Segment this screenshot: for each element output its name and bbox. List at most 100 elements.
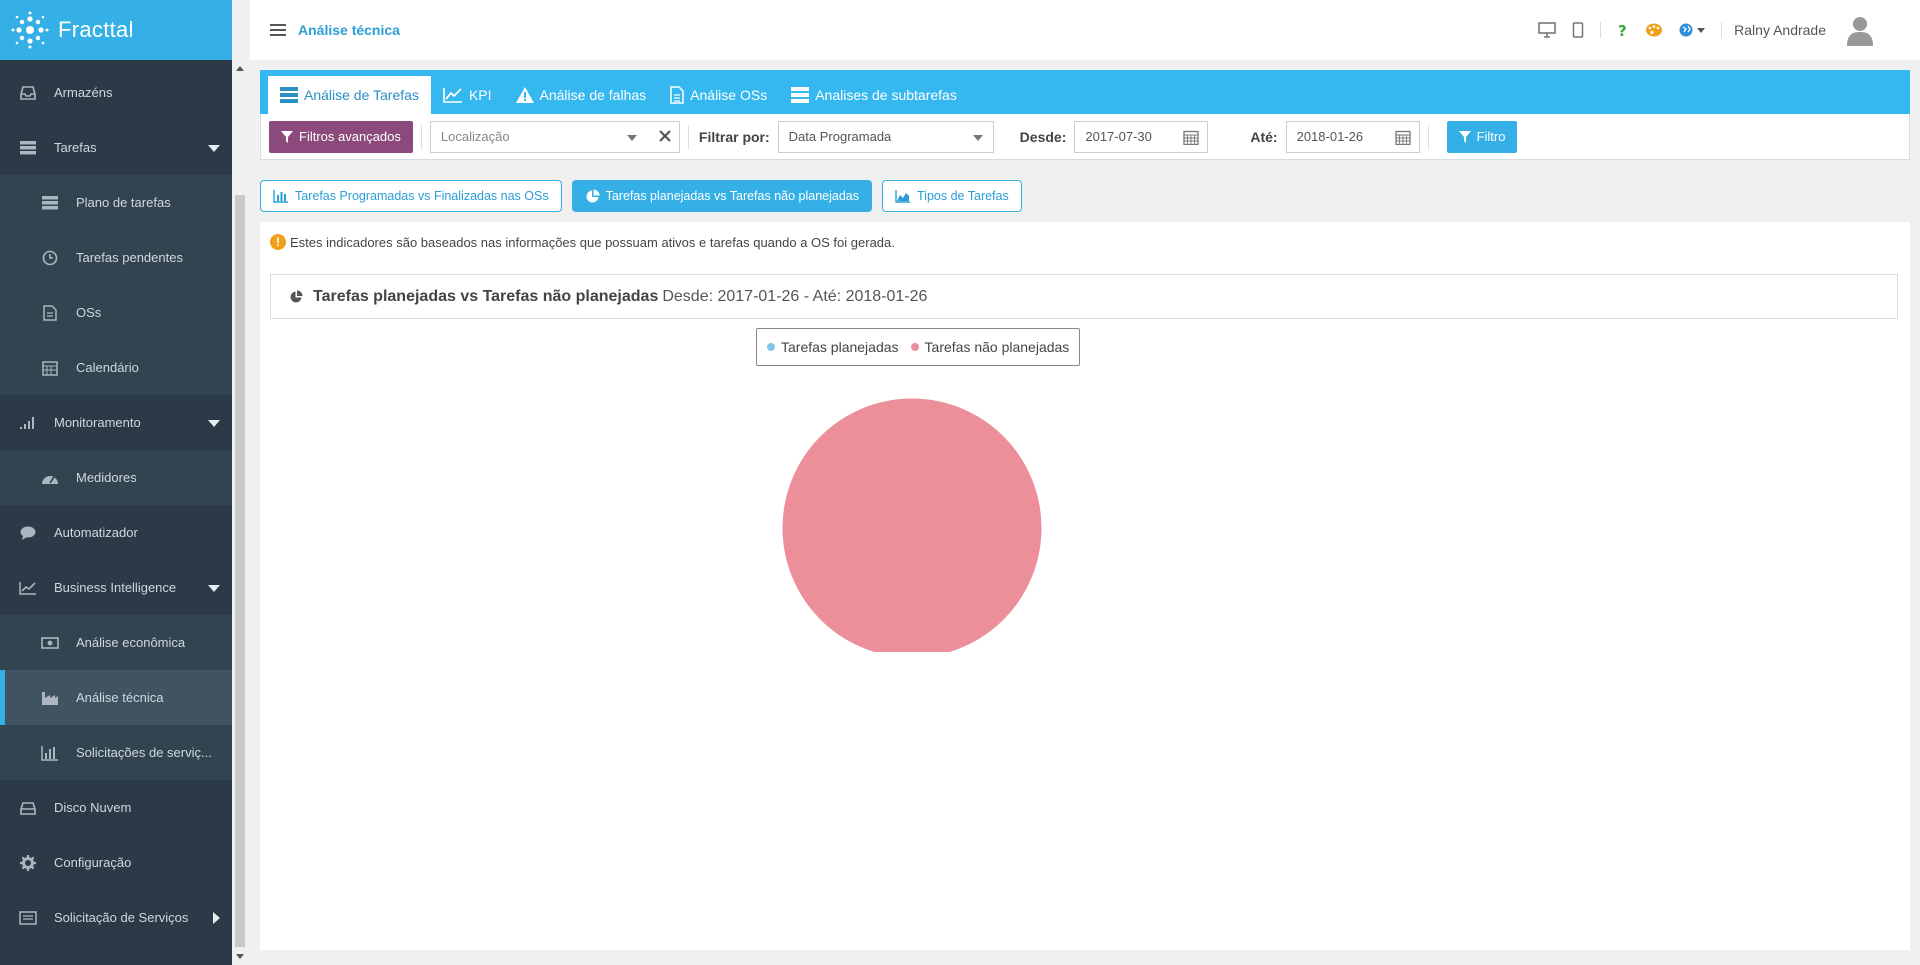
svg-text:?: ?: [1618, 22, 1627, 38]
help-icon[interactable]: ?: [1617, 22, 1629, 38]
sidebar-item-monitoramento[interactable]: Monitoramento: [0, 395, 232, 450]
chevron-down-icon[interactable]: [626, 134, 637, 141]
filter-bar: Filtros avançados Localização Filtrar po…: [260, 114, 1910, 160]
pie-chart: Tarefas planejadas Tarefas não planejada…: [270, 322, 1898, 652]
sidebar-item-label: Monitoramento: [54, 415, 141, 430]
scroll-up-arrow-icon[interactable]: [236, 66, 244, 71]
sidebar-scrollbar[interactable]: [232, 60, 248, 965]
sidebar-item-solicitacoes-de-servico[interactable]: Solicitações de serviç...: [0, 725, 232, 780]
sidebar-item-label: Plano de tarefas: [76, 195, 171, 210]
chart-subtabs: Tarefas Programadas vs Finalizadas nas O…: [260, 180, 1032, 212]
server-icon: [791, 87, 810, 103]
tablet-icon[interactable]: [1572, 22, 1584, 38]
tab-analises-de-subtarefas[interactable]: Analises de subtarefas: [779, 76, 969, 114]
chevron-right-icon: [213, 911, 220, 924]
legend-marker: [767, 343, 775, 351]
sidebar-item-analise-tecnica[interactable]: Análise técnica: [0, 670, 232, 725]
sidebar-nav: Armazéns Tarefas Plano de tarefas Tarefa…: [0, 60, 232, 965]
server-icon: [40, 193, 60, 213]
filter-by-select[interactable]: Data Programada: [777, 120, 994, 153]
location-placeholder: Localização: [440, 129, 510, 144]
tab-label: Analises de subtarefas: [815, 87, 957, 103]
filter-button[interactable]: Filtro: [1446, 120, 1518, 153]
sidebar-item-label: Tarefas: [54, 140, 97, 155]
tab-kpi[interactable]: KPI: [431, 76, 504, 114]
tab-analise-de-tarefas[interactable]: Análise de Tarefas: [268, 76, 431, 114]
chart-date-range: Desde: 2017-01-26 - Até: 2018-01-26: [662, 287, 928, 305]
sidebar-item-medidores[interactable]: Medidores: [0, 450, 232, 505]
sidebar-item-analise-economica[interactable]: Análise econômica: [0, 615, 232, 670]
clear-icon[interactable]: [659, 129, 671, 142]
palette-icon[interactable]: [1645, 22, 1663, 38]
filter-by-value: Data Programada: [788, 129, 892, 144]
top-right-toolbar: ? Ralny Andrade: [1530, 0, 1882, 60]
location-select[interactable]: Localização: [429, 120, 680, 153]
sidebar-item-disco-nuvem[interactable]: Disco Nuvem: [0, 780, 232, 835]
brand-name: Fracttal: [58, 17, 134, 42]
to-date-value: 2018-01-26: [1296, 129, 1364, 144]
sidebar-item-label: Disco Nuvem: [54, 800, 132, 815]
content-panel: ! Estes indicadores são baseados nas inf…: [260, 222, 1910, 950]
chat-icon: [18, 523, 38, 543]
sidebar-item-label: Armazéns: [54, 85, 113, 100]
subtab-tipos-de-tarefas[interactable]: Tipos de Tarefas: [882, 180, 1022, 212]
sidebar-item-label: OSs: [76, 305, 102, 320]
subtab-label: Tarefas planejadas vs Tarefas não planej…: [605, 189, 860, 203]
analysis-tabs: Análise de Tarefas KPI Análise de falhas…: [260, 70, 1910, 114]
calendar-icon: [40, 358, 60, 378]
sidebar-item-armazens[interactable]: Armazéns: [0, 65, 232, 120]
line-chart-icon: [443, 87, 463, 103]
sidebar: Fracttal Armazéns Tarefas Plano de taref…: [0, 0, 232, 965]
legend-item-planejadas[interactable]: Tarefas planejadas: [767, 339, 899, 355]
scroll-down-arrow-icon[interactable]: [236, 954, 244, 959]
scrollbar-thumb[interactable]: [235, 195, 245, 947]
advanced-filters-button[interactable]: Filtros avançados: [269, 120, 413, 153]
inbox-icon: [18, 83, 38, 103]
hamburger-menu-icon[interactable]: [270, 24, 286, 36]
globe-icon[interactable]: [1679, 22, 1706, 38]
tab-analise-de-falhas[interactable]: Análise de falhas: [504, 76, 659, 114]
list-icon: [18, 908, 38, 928]
filter-icon: [281, 130, 293, 143]
filter-divider: [420, 124, 422, 149]
top-bar: Análise técnica ? Ralny Andrade: [250, 0, 1920, 60]
filter-button-label: Filtro: [1476, 129, 1506, 144]
page-title: Análise técnica: [298, 22, 400, 38]
sidebar-item-configuracao[interactable]: Configuração: [0, 835, 232, 890]
filter-icon: [1458, 130, 1471, 143]
filter-divider: [1427, 124, 1429, 149]
sidebar-item-oss[interactable]: OSs: [0, 285, 232, 340]
sidebar-item-calendario[interactable]: Calendário: [0, 340, 232, 395]
subtab-planejadas-vs-nao-planejadas[interactable]: Tarefas planejadas vs Tarefas não planej…: [571, 180, 873, 212]
subtab-programadas-vs-finalizadas[interactable]: Tarefas Programadas vs Finalizadas nas O…: [260, 180, 562, 212]
sidebar-item-automatizador[interactable]: Automatizador: [0, 505, 232, 560]
user-name[interactable]: Ralny Andrade: [1734, 22, 1826, 38]
chevron-down-icon: [972, 134, 983, 141]
filter-divider: [687, 124, 689, 149]
legend-item-nao-planejadas[interactable]: Tarefas não planejadas: [910, 339, 1070, 355]
brand-bar[interactable]: Fracttal: [0, 0, 232, 60]
sidebar-item-label: Solicitações de serviç...: [76, 745, 212, 760]
sidebar-item-label: Automatizador: [54, 525, 138, 540]
sidebar-item-plano-de-tarefas[interactable]: Plano de tarefas: [0, 175, 232, 230]
calendar-icon[interactable]: [1394, 130, 1411, 148]
sidebar-item-tarefas[interactable]: Tarefas: [0, 120, 232, 175]
tab-analise-oss[interactable]: Análise OSs: [658, 76, 779, 114]
toolbar-divider: [1721, 22, 1723, 38]
tab-label: Análise de Tarefas: [304, 87, 419, 103]
pie-chart-icon: [289, 290, 303, 304]
sidebar-item-label: Business Intelligence: [54, 580, 177, 595]
chart-header: Tarefas planejadas vs Tarefas não planej…: [270, 274, 1898, 319]
to-date-input[interactable]: 2018-01-26: [1285, 120, 1420, 153]
legend-label: Tarefas não planejadas: [924, 339, 1070, 355]
signal-icon: [18, 413, 38, 433]
sidebar-item-solicitacao-de-servicos[interactable]: Solicitação de Serviços: [0, 890, 232, 945]
pie-slice-1[interactable]: [781, 397, 1043, 652]
legend-label: Tarefas planejadas: [781, 339, 899, 355]
sidebar-item-business-intelligence[interactable]: Business Intelligence: [0, 560, 232, 615]
avatar[interactable]: [1846, 14, 1874, 46]
from-date-input[interactable]: 2017-07-30: [1074, 120, 1209, 153]
desktop-icon[interactable]: [1538, 22, 1556, 38]
sidebar-item-tarefas-pendentes[interactable]: Tarefas pendentes: [0, 230, 232, 285]
calendar-icon[interactable]: [1183, 130, 1200, 148]
